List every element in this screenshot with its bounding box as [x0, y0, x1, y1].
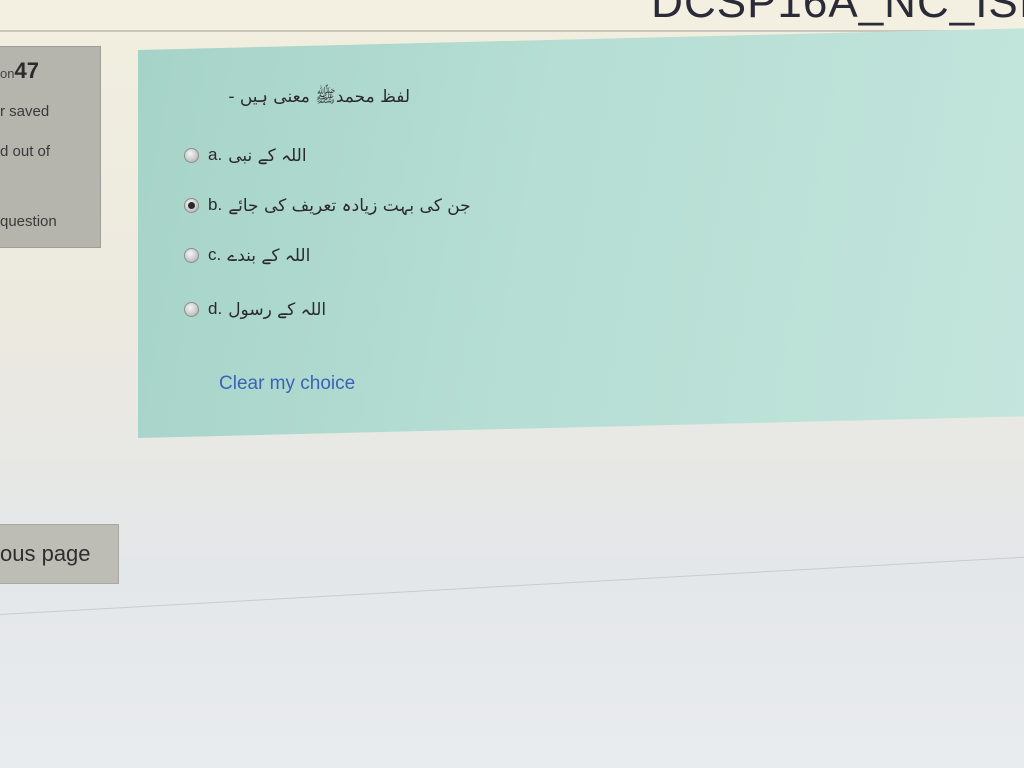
question-number-prefix: on: [0, 66, 15, 81]
option-a[interactable]: a. اللہ کے نبی: [184, 142, 307, 168]
option-text: اللہ کے بندے: [227, 245, 311, 266]
option-text: جن کی بہت زیادہ تعریف کی جائے: [228, 195, 471, 216]
divider: [0, 554, 1024, 615]
clear-choice-link[interactable]: Clear my choice: [219, 373, 355, 395]
previous-page-button[interactable]: ous page: [0, 524, 119, 584]
top-bar: DCSP16A_NC_ISI: [0, 0, 1024, 32]
course-code-title: DCSP16A_NC_ISI: [651, 0, 1024, 27]
question-status: r saved: [0, 103, 50, 120]
option-letter: d.: [208, 299, 223, 318]
flag-question-link[interactable]: question: [0, 213, 57, 230]
question-number-value: 47: [14, 58, 39, 83]
question-marks: d out of: [0, 143, 51, 160]
radio-button-d[interactable]: [184, 301, 199, 317]
question-text: لفظ محمدﷺ معنی ہیں -: [228, 87, 410, 107]
option-letter: b.: [208, 195, 223, 214]
option-text: اللہ کے نبی: [228, 145, 307, 166]
option-letter: a.: [208, 145, 223, 164]
option-d[interactable]: d. اللہ کے رسول: [184, 296, 326, 322]
option-c[interactable]: c. اللہ کے بندے: [184, 242, 310, 268]
option-letter: c.: [208, 245, 222, 264]
radio-button-b[interactable]: [184, 197, 199, 213]
question-number: on47: [0, 58, 39, 84]
radio-button-a[interactable]: [184, 147, 199, 163]
option-text: اللہ کے رسول: [228, 299, 327, 320]
radio-button-c[interactable]: [184, 247, 199, 263]
option-b[interactable]: b. جن کی بہت زیادہ تعریف کی جائے: [184, 192, 471, 218]
